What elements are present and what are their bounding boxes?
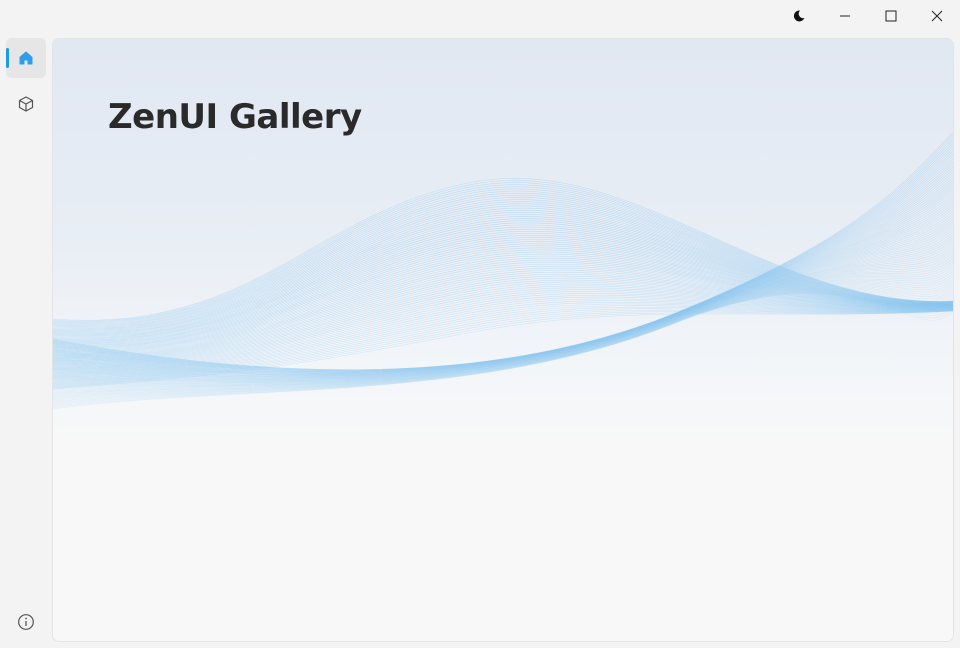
page-title: ZenUI Gallery: [108, 97, 362, 137]
info-icon: [18, 614, 34, 630]
cube-icon: [18, 96, 34, 112]
maximize-icon: [885, 10, 897, 22]
sidebar-item-components[interactable]: [6, 84, 46, 124]
selection-indicator: [6, 48, 9, 68]
maximize-button[interactable]: [868, 0, 914, 32]
sidebar: [0, 36, 52, 648]
home-icon: [19, 51, 33, 65]
sidebar-item-about[interactable]: [6, 602, 46, 642]
close-button[interactable]: [914, 0, 960, 32]
title-bar: [0, 0, 960, 34]
sidebar-item-home[interactable]: [6, 38, 46, 78]
moon-icon: [793, 10, 805, 22]
home-page: ZenUI Gallery: [52, 38, 954, 642]
minimize-icon: [840, 15, 850, 17]
minimize-button[interactable]: [822, 0, 868, 32]
theme-toggle-button[interactable]: [776, 0, 822, 32]
close-icon: [931, 10, 943, 22]
